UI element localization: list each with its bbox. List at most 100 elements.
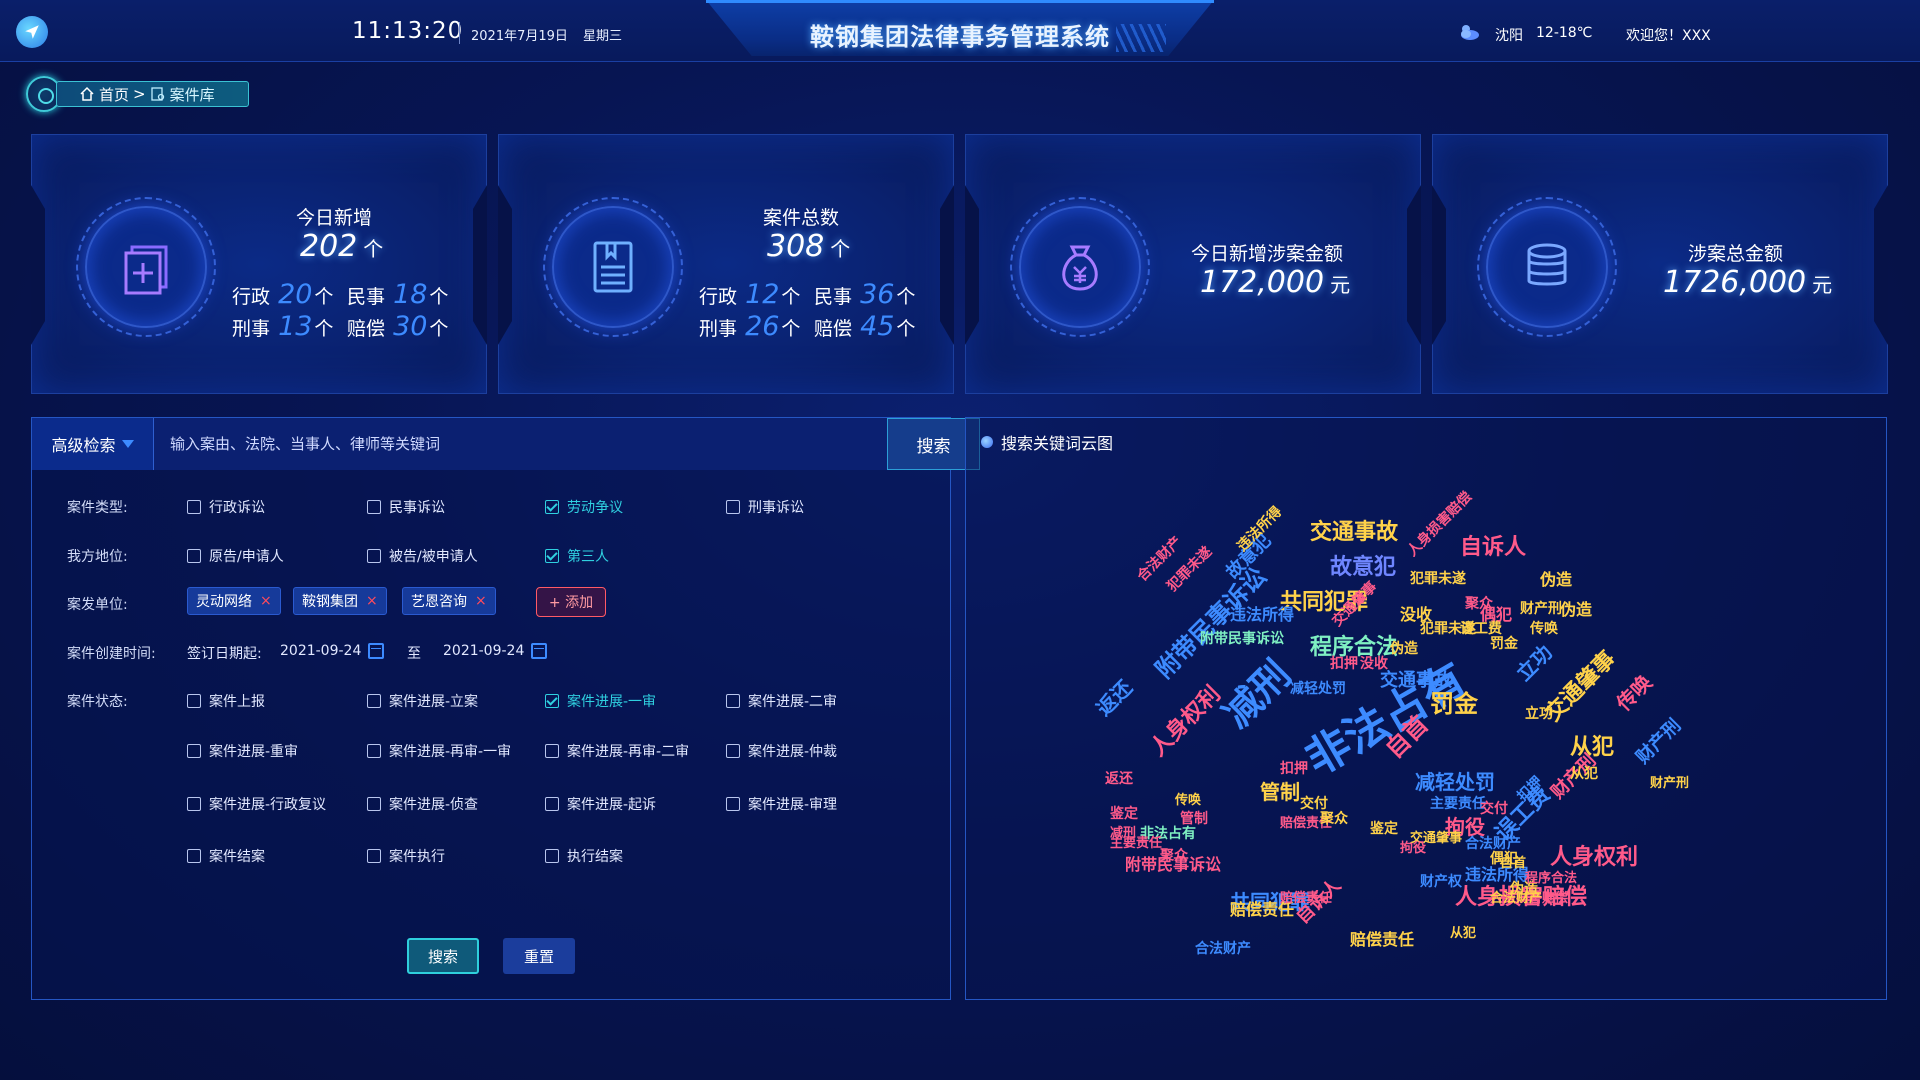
unit-tag: 灵动网络 ×	[187, 587, 281, 615]
word-cloud-word[interactable]: 合法财产	[1465, 837, 1521, 851]
position-option[interactable]: 被告/被申请人	[367, 546, 478, 566]
send-icon[interactable]	[16, 16, 48, 48]
word-cloud-word[interactable]: 鉴定	[1370, 822, 1398, 836]
status-option[interactable]: 案件进展-重审	[187, 741, 298, 761]
word-cloud-word[interactable]: 聚众	[1160, 849, 1188, 863]
status-option[interactable]: 执行结案	[545, 846, 623, 866]
remove-tag-icon[interactable]: ×	[366, 593, 378, 609]
word-cloud-word[interactable]: 减刑	[1214, 652, 1299, 737]
word-cloud-title: 搜索关键词云图	[1001, 434, 1114, 453]
status-option[interactable]: 案件进展-行政复议	[187, 794, 326, 814]
word-cloud-word[interactable]: 伪造	[1540, 572, 1572, 588]
word-cloud-word[interactable]: 罚金	[1430, 692, 1478, 716]
breadcrumb-current[interactable]: 案件库	[170, 84, 215, 105]
word-cloud-word[interactable]: 交通事故	[1310, 522, 1398, 544]
document-search-icon	[150, 87, 164, 101]
word-cloud-word[interactable]: 交付	[1300, 797, 1328, 811]
word-cloud-word[interactable]: 犯罪未遂	[1410, 572, 1466, 586]
word-cloud-word[interactable]: 立功	[1525, 707, 1553, 721]
status-option[interactable]: 案件结案	[187, 846, 265, 866]
case-type-option[interactable]: 劳动争议	[545, 497, 623, 517]
word-cloud-word[interactable]: 误工费	[1460, 622, 1502, 636]
word-cloud-word[interactable]: 自诉人	[1460, 537, 1526, 559]
welcome-user[interactable]: 欢迎您！XXX	[1626, 25, 1711, 45]
word-cloud-word[interactable]: 扣押	[1330, 657, 1358, 671]
word-cloud-word[interactable]: 拘役	[1400, 842, 1426, 855]
word-cloud-word[interactable]: 减刑	[1110, 827, 1136, 840]
word-cloud-word[interactable]: 故意犯	[1330, 557, 1396, 579]
word-cloud-word[interactable]: 财产权	[1420, 875, 1462, 889]
status-option[interactable]: 案件进展-立案	[367, 691, 478, 711]
word-cloud-word[interactable]: 赔偿责任	[1350, 932, 1414, 948]
stat-card-total-cases: 案件总数 308 个 行政 12 个 民事 36 个 刑事 26 个 赔偿 45 个	[498, 134, 954, 394]
word-cloud-word[interactable]: 人身权利	[1146, 682, 1226, 762]
word-cloud-word[interactable]: 聚众	[1320, 812, 1348, 826]
status-option[interactable]: 案件进展-再审-二审	[545, 741, 689, 761]
word-cloud-word[interactable]: 交付	[1480, 802, 1508, 816]
word-cloud-word[interactable]: 罚金	[1490, 637, 1518, 651]
status-option[interactable]: 案件进展-起诉	[545, 794, 656, 814]
advanced-search-dropdown[interactable]: 高级检索	[32, 418, 154, 470]
word-cloud-word[interactable]: 没收	[1360, 657, 1388, 671]
word-cloud-word[interactable]: 偶犯	[1490, 852, 1518, 866]
filter-search-button[interactable]: 搜索	[407, 938, 479, 974]
word-cloud-word[interactable]: 伪造	[1560, 602, 1592, 618]
start-date-field[interactable]: 2021-09-24	[280, 643, 361, 659]
status-option[interactable]: 案件进展-仲裁	[726, 741, 837, 761]
word-cloud-word[interactable]: 管制	[1260, 782, 1300, 802]
word-cloud-word[interactable]: 减轻处罚	[1290, 682, 1346, 696]
word-cloud-word[interactable]: 合法财产	[1195, 942, 1251, 956]
word-cloud-word[interactable]: 返还	[1092, 675, 1137, 720]
cloudy-weather-icon	[1461, 25, 1479, 40]
our-position-label: 我方地位:	[67, 549, 128, 565]
status-option[interactable]: 案件执行	[367, 846, 445, 866]
word-cloud-word[interactable]: 程序合法	[1525, 872, 1577, 885]
word-cloud-word[interactable]: 从犯	[1570, 767, 1598, 781]
calendar-icon[interactable]	[368, 643, 384, 659]
status-option[interactable]: 案件进展-审理	[726, 794, 837, 814]
word-cloud-word[interactable]: 交通事故	[1380, 672, 1452, 690]
add-file-icon	[124, 245, 168, 295]
reset-button[interactable]: 重置	[503, 938, 575, 974]
word-cloud-word[interactable]: 从犯	[1450, 927, 1476, 940]
remove-tag-icon[interactable]: ×	[475, 593, 487, 609]
word-cloud-word[interactable]: 财产刑	[1650, 777, 1689, 790]
status-option[interactable]: 案件上报	[187, 691, 265, 711]
word-cloud-word[interactable]: 聚众	[1465, 597, 1493, 611]
word-cloud-word[interactable]: 返还	[1105, 772, 1133, 786]
word-cloud-word[interactable]: 传唤	[1530, 622, 1558, 636]
word-cloud-word[interactable]: 立功	[1512, 640, 1557, 685]
date-range-to: 至	[407, 646, 421, 662]
position-option[interactable]: 原告/申请人	[187, 546, 284, 566]
word-cloud-word[interactable]: 附带民事诉讼	[1200, 632, 1284, 646]
unit-tag: 艺恩咨询 ×	[402, 587, 496, 615]
word-cloud-word[interactable]: 传唤	[1175, 794, 1201, 807]
clock: 11:13:20	[352, 18, 464, 44]
search-input[interactable]	[154, 418, 887, 470]
word-cloud-word[interactable]: 扣押	[1280, 762, 1308, 776]
remove-tag-icon[interactable]: ×	[260, 593, 272, 609]
status-option[interactable]: 案件进展-侦查	[367, 794, 478, 814]
add-unit-button[interactable]: + 添加	[536, 587, 606, 617]
calendar-icon[interactable]	[531, 643, 547, 659]
case-type-option[interactable]: 民事诉讼	[367, 497, 445, 517]
word-cloud-word[interactable]: 伪造	[1390, 642, 1418, 656]
end-date-field[interactable]: 2021-09-24	[443, 643, 524, 659]
word-cloud-word[interactable]: 管制	[1180, 812, 1208, 826]
word-cloud-word[interactable]: 传唤	[1612, 670, 1657, 715]
word-cloud-word[interactable]: 鉴定	[1110, 807, 1138, 821]
word-cloud-word[interactable]: 人身权利	[1550, 847, 1638, 869]
breadcrumb-home[interactable]: 首页	[99, 84, 129, 105]
word-cloud-word[interactable]: 违法所得	[1230, 607, 1294, 623]
status-option[interactable]: 案件进展-再审-一审	[367, 741, 511, 761]
breadcrumb-separator: >	[133, 85, 146, 103]
status-option[interactable]: 案件进展-二审	[726, 691, 837, 711]
case-type-option[interactable]: 行政诉讼	[187, 497, 265, 517]
word-cloud-word[interactable]: 主要责任	[1430, 797, 1486, 811]
word-cloud-word[interactable]: 财产刑	[1520, 602, 1562, 616]
status-option[interactable]: 案件进展-一审	[545, 691, 656, 711]
word-cloud-word[interactable]: 财产刑	[1632, 715, 1685, 768]
position-option[interactable]: 第三人	[545, 546, 609, 566]
case-type-option[interactable]: 刑事诉讼	[726, 497, 804, 517]
word-cloud-word[interactable]: 减轻处罚	[1415, 772, 1495, 792]
